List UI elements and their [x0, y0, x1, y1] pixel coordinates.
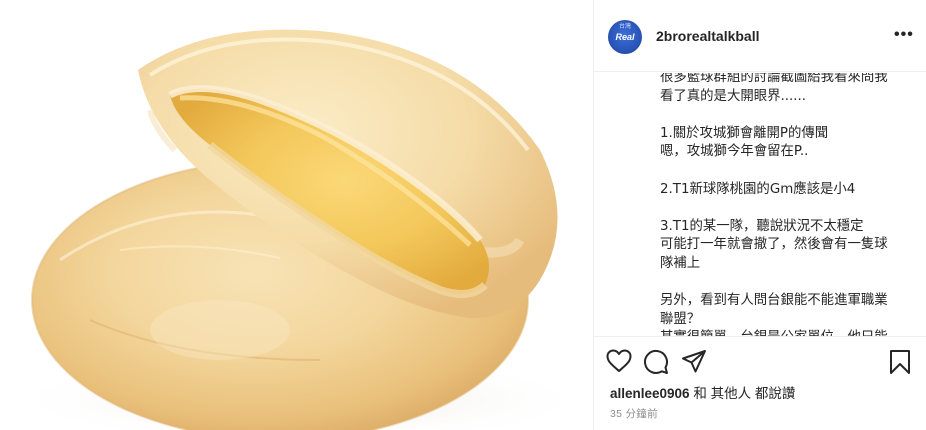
- post-timestamp[interactable]: 35 分鐘前: [610, 406, 658, 421]
- author-username[interactable]: 2brorealtalkball: [656, 28, 760, 44]
- bookmark-icon[interactable]: [889, 349, 911, 375]
- pastry-image: [0, 0, 593, 430]
- heart-icon[interactable]: [606, 349, 632, 373]
- avatar[interactable]: 台灣 Real: [608, 20, 642, 54]
- comment-icon[interactable]: [643, 349, 669, 375]
- likes-line: allenlee0906 和 其他人 都說讚: [610, 382, 795, 402]
- instagram-post: 台灣 Real 2brorealtalkball ••• 很多籃球群組的討論截圖…: [0, 0, 926, 430]
- avatar-top-text: 台灣: [618, 24, 631, 30]
- post-caption: 很多籃球群組的討論截圖給我看來問我 看了真的是大開眼界...... 1.關於攻城…: [660, 73, 888, 336]
- more-options-icon[interactable]: •••: [894, 26, 914, 44]
- likes-suffix[interactable]: 和 其他人 都說讚: [690, 386, 795, 401]
- share-icon[interactable]: [681, 349, 707, 375]
- liker-username[interactable]: allenlee0906: [610, 386, 690, 401]
- avatar-text: Real: [615, 32, 635, 42]
- post-header: 台灣 Real 2brorealtalkball •••: [594, 0, 926, 72]
- post-side-panel: 台灣 Real 2brorealtalkball ••• 很多籃球群組的討論截圖…: [593, 0, 926, 430]
- comments-area[interactable]: 很多籃球群組的討論截圖給我看來問我 看了真的是大開眼界...... 1.關於攻城…: [594, 73, 926, 336]
- action-bar: allenlee0906 和 其他人 都說讚 35 分鐘前: [594, 336, 926, 430]
- post-photo[interactable]: [0, 0, 593, 430]
